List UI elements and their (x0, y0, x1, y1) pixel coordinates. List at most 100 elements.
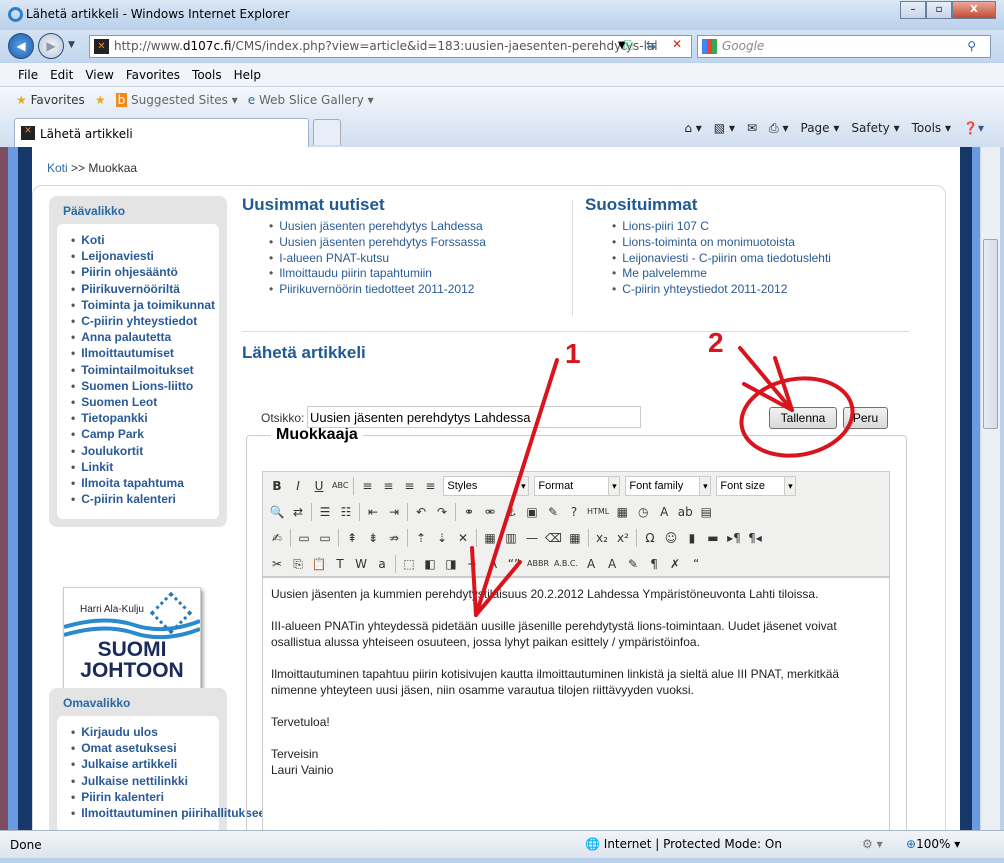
delete-text-icon[interactable]: A (604, 555, 620, 573)
underline-icon[interactable]: U (311, 477, 327, 495)
back-button[interactable]: ◀ (8, 33, 34, 59)
main-menu-item[interactable]: Ilmoita tapahtuma (71, 475, 219, 491)
subscript-icon[interactable]: x₂ (594, 529, 610, 547)
emotions-icon[interactable]: ☺ (663, 529, 679, 547)
row-after-icon[interactable]: ⇟ (365, 529, 381, 547)
campaign-logo[interactable]: Harri Ala-Kulju SUOMI JOHTOON (63, 587, 201, 699)
main-menu-item[interactable]: Toiminta ja toimikunnat (71, 297, 219, 313)
rtl-icon[interactable]: ¶◂ (747, 529, 763, 547)
main-menu-item[interactable]: C-piirin yhteystiedot (71, 313, 219, 329)
insert-text-icon[interactable]: A (583, 555, 599, 573)
main-menu-item[interactable]: Suomen Lions-liitto (71, 378, 219, 394)
menu-favorites[interactable]: Favorites (126, 68, 180, 86)
tab-active[interactable]: ✕ Lähetä artikkeli (14, 118, 309, 147)
toolbar-select-font-family[interactable]: Font family (625, 476, 712, 496)
insert-time-icon[interactable]: ◷ (635, 503, 651, 521)
page-menu[interactable]: Page ▾ (801, 121, 840, 136)
attributes-icon[interactable]: ✎ (625, 555, 641, 573)
main-menu-item[interactable]: Camp Park (71, 426, 219, 442)
anchor-icon[interactable]: ⚓ (503, 503, 519, 521)
menu-help[interactable]: Help (234, 68, 261, 86)
print-icon[interactable]: ⎙ ▾ (769, 121, 788, 136)
italic-icon[interactable]: I (290, 477, 306, 495)
merge-cells-icon[interactable]: ▥ (503, 529, 519, 547)
acronym-icon[interactable]: A.B.C. (554, 555, 578, 573)
main-menu-item[interactable]: Piirin ohjesääntö (71, 264, 219, 280)
justify-icon[interactable]: ≡ (422, 477, 438, 495)
edit-css-icon[interactable]: ✍ (269, 529, 285, 547)
latest-news-link[interactable]: Piirikuvernöörin tiedotteet 2011-2012 (242, 282, 486, 298)
close-button[interactable]: X (952, 1, 996, 19)
main-menu-item[interactable]: Anna palautetta (71, 329, 219, 345)
special-char-icon[interactable]: Ω (642, 529, 658, 547)
own-menu-item[interactable]: Kirjaudu ulos (71, 724, 219, 740)
insert-layer-box-icon[interactable]: ⬚ (401, 555, 417, 573)
status-zone[interactable]: 🌐 Internet | Protected Mode: On (585, 837, 782, 851)
popular-link[interactable]: C-piirin yhteystiedot 2011-2012 (585, 282, 831, 298)
main-menu-item[interactable]: C-piirin kalenteri (71, 491, 219, 507)
toolbar-select-format[interactable]: Format (534, 476, 621, 496)
own-menu-item[interactable]: Ilmoittautuminen piirihallitukseen (71, 805, 272, 821)
new-tab-button[interactable] (313, 119, 341, 145)
paste-word-icon[interactable]: W (353, 555, 369, 573)
maximize-button[interactable]: ▫ (926, 1, 952, 19)
menu-view[interactable]: View (85, 68, 113, 86)
history-dropdown-icon[interactable]: ▼ (68, 40, 75, 50)
copy-icon[interactable]: ⎘ (290, 555, 306, 573)
own-menu-item[interactable]: Omat asetuksesi (71, 740, 219, 756)
help-icon[interactable]: ? (566, 503, 582, 521)
media-icon[interactable]: ▮ (684, 529, 700, 547)
insert-layer-icon[interactable]: ▭ (296, 529, 312, 547)
html-icon[interactable]: HTML (587, 503, 609, 521)
main-menu-item[interactable]: Linkit (71, 459, 219, 475)
move-forward-icon[interactable]: ◧ (422, 555, 438, 573)
own-menu-item[interactable]: Piirin kalenteri (71, 789, 219, 805)
main-menu-item[interactable]: Tietopankki (71, 410, 219, 426)
popular-link[interactable]: Lions-toiminta on monimuotoista (585, 235, 831, 251)
abbr-icon[interactable]: ABBR (527, 555, 549, 573)
undo-icon[interactable]: ↶ (413, 503, 429, 521)
zoom-control[interactable]: ⊕100% ▾ (906, 837, 960, 851)
replace-icon[interactable]: ⇄ (290, 503, 306, 521)
delete-col-icon[interactable]: ✕ (455, 529, 471, 547)
link-icon[interactable]: ⚭ (461, 503, 477, 521)
highlight-color-icon[interactable]: ab (677, 503, 693, 521)
insert-tag-icon[interactable]: + (464, 555, 480, 573)
feeds-icon[interactable]: ▧ ▾ (714, 121, 735, 136)
select-all-icon[interactable]: a (374, 555, 390, 573)
own-menu-item[interactable]: Julkaise artikkeli (71, 756, 219, 772)
fullscreen-icon[interactable]: ▤ (698, 503, 714, 521)
editor-content[interactable]: Uusien jäsenten ja kummien perehdytystil… (262, 577, 890, 830)
scrollbar-thumb[interactable] (983, 239, 998, 429)
popular-link[interactable]: Leijonaviesti - C-piirin oma tiedotusleh… (585, 251, 831, 267)
main-menu-item[interactable]: Leijonaviesti (71, 248, 219, 264)
favorites-button[interactable]: ★ Favorites (16, 93, 85, 115)
search-input[interactable]: Google ⚲ (697, 35, 991, 58)
latest-news-link[interactable]: Uusien jäsenten perehdytys Lahdessa (242, 219, 486, 235)
toolbar-select-font-size[interactable]: Font size (716, 476, 797, 496)
main-menu-item[interactable]: Koti (71, 232, 219, 248)
address-bar[interactable]: ✕ http://www.d107c.fi/CMS/index.php?view… (89, 35, 692, 58)
numbered-list-icon[interactable]: ☷ (338, 503, 354, 521)
stop-icon[interactable]: ✕ (672, 37, 682, 51)
image-icon[interactable]: ▣ (524, 503, 540, 521)
blockquote-icon[interactable]: “ (688, 555, 704, 573)
suggested-sites-button[interactable]: b Suggested Sites ▾ (115, 93, 238, 115)
strikethrough-icon[interactable]: ABC (332, 477, 348, 495)
delete-row-icon[interactable]: ⇏ (386, 529, 402, 547)
indent-icon[interactable]: ⇥ (386, 503, 402, 521)
remove-format-icon[interactable]: ⌫ (545, 529, 562, 547)
forward-button[interactable]: ▶ (38, 33, 64, 59)
outdent-icon[interactable]: ⇤ (365, 503, 381, 521)
bold-icon[interactable]: B (269, 477, 285, 495)
superscript-icon[interactable]: x² (615, 529, 631, 547)
breadcrumb-home[interactable]: Koti (47, 161, 68, 175)
split-cells-icon[interactable]: ▦ (482, 529, 498, 547)
compat-view-icon[interactable]: ⎘ (624, 38, 634, 53)
horizontal-rule-icon[interactable]: — (524, 529, 540, 547)
refresh-icon[interactable]: ⇆ (646, 38, 656, 52)
latest-news-link[interactable]: I-alueen PNAT-kutsu (242, 251, 486, 267)
unlink-icon[interactable]: ⚮ (482, 503, 498, 521)
minimize-button[interactable]: – (900, 1, 926, 19)
latest-news-link[interactable]: Ilmoittaudu piirin tapahtumiin (242, 266, 486, 282)
